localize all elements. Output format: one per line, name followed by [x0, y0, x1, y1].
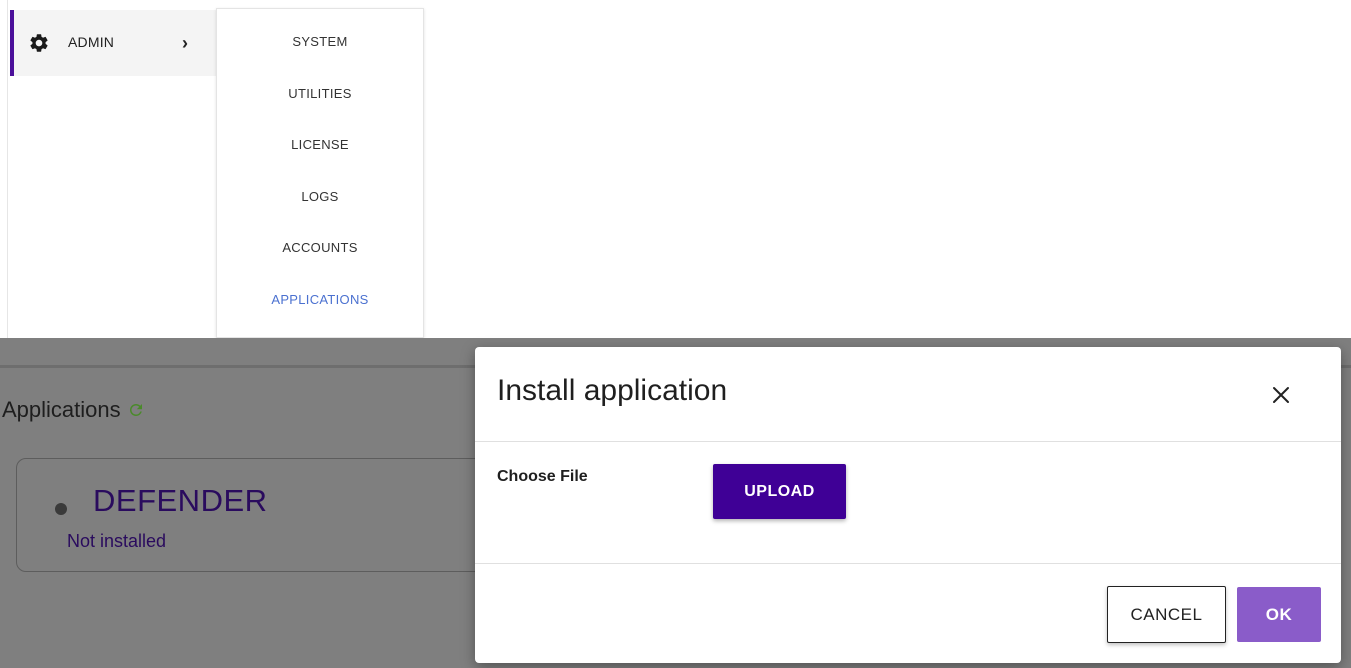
- close-icon[interactable]: [1269, 383, 1293, 407]
- submenu-item-utilities[interactable]: UTILITIES: [217, 79, 423, 109]
- submenu-item-applications[interactable]: APPLICATIONS: [217, 285, 423, 315]
- top-navigation-area: ADMIN › SYSTEM UTILITIES LICENSE LOGS AC…: [0, 0, 1351, 338]
- active-indicator: [10, 10, 14, 76]
- install-application-dialog: Install application Choose File UPLOAD C…: [475, 347, 1341, 663]
- dialog-title: Install application: [497, 374, 728, 407]
- submenu-item-logs[interactable]: LOGS: [217, 182, 423, 212]
- ok-button[interactable]: OK: [1237, 587, 1321, 642]
- dialog-header-divider: [475, 441, 1341, 442]
- app-name: DEFENDER: [93, 483, 268, 518]
- submenu-item-system[interactable]: SYSTEM: [217, 27, 423, 57]
- page-title-text: Applications: [2, 397, 121, 422]
- sidebar-border: [7, 0, 8, 338]
- gear-icon: [30, 34, 48, 52]
- sidebar-item-admin[interactable]: ADMIN ›: [10, 10, 216, 76]
- refresh-icon[interactable]: [127, 401, 145, 419]
- submenu-item-accounts[interactable]: ACCOUNTS: [217, 233, 423, 263]
- sidebar-item-label: ADMIN: [68, 34, 115, 50]
- app-status: Not installed: [67, 531, 167, 551]
- chevron-right-icon: ›: [182, 33, 188, 53]
- dialog-footer-divider: [475, 563, 1341, 564]
- choose-file-label: Choose File: [497, 468, 588, 485]
- cancel-button[interactable]: CANCEL: [1107, 586, 1226, 643]
- admin-submenu: SYSTEM UTILITIES LICENSE LOGS ACCOUNTS A…: [216, 8, 424, 338]
- upload-button[interactable]: UPLOAD: [713, 464, 846, 519]
- submenu-item-license[interactable]: LICENSE: [217, 130, 423, 160]
- app-card-defender[interactable]: DEFENDER Not installed: [16, 458, 496, 572]
- status-dot-icon: [55, 503, 67, 515]
- page-title: Applications: [2, 397, 145, 423]
